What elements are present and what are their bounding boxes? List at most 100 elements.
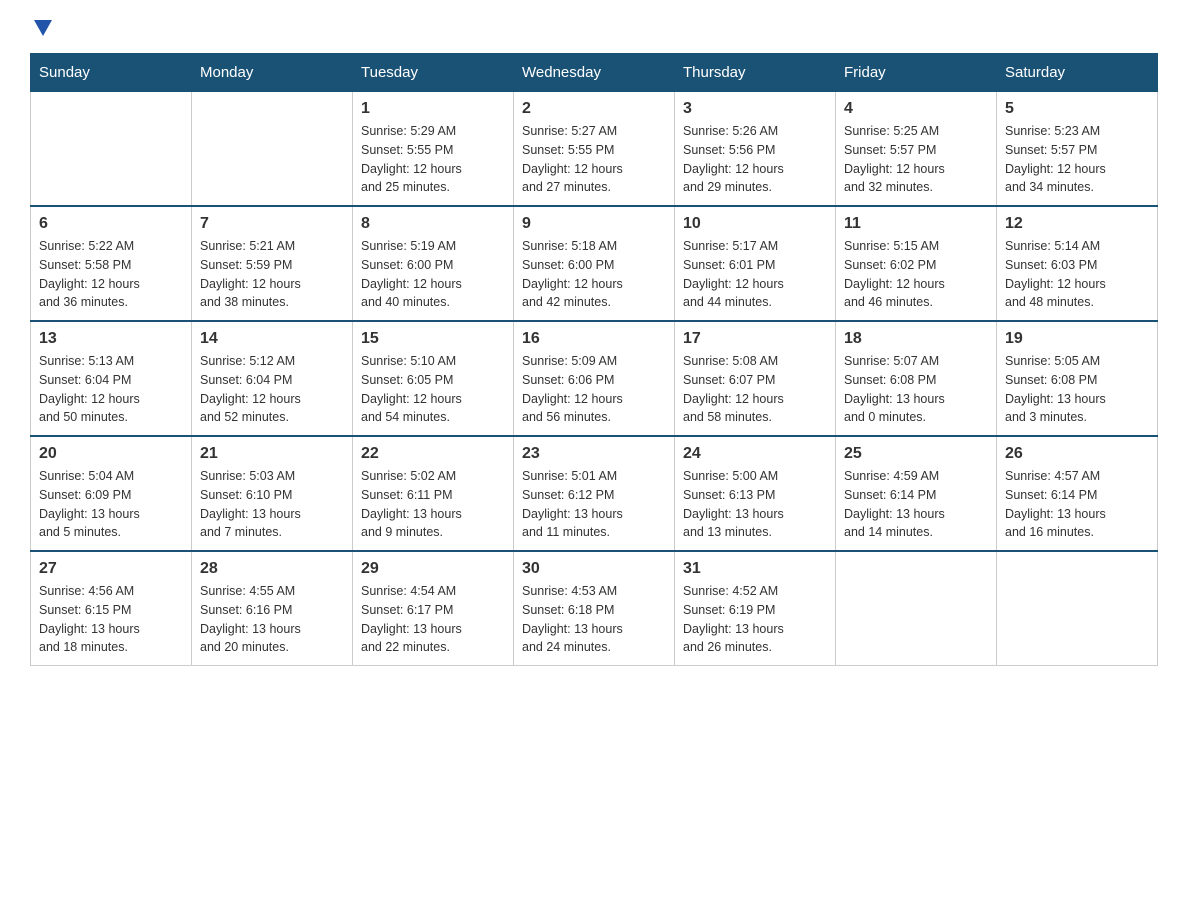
calendar-cell: 15Sunrise: 5:10 AM Sunset: 6:05 PM Dayli… [353, 321, 514, 436]
day-number: 14 [200, 330, 344, 348]
calendar-cell [192, 92, 353, 207]
day-info: Sunrise: 4:57 AM Sunset: 6:14 PM Dayligh… [1005, 467, 1149, 542]
calendar-cell: 20 Sunrise: 5:04 AM Sunset: 6:09 PM Dayli… [31, 436, 192, 551]
day-number: 31 [683, 560, 827, 578]
day-number: 10 [683, 215, 827, 233]
calendar-cell: 12 Sunrise: 5:14 AM Sunset: 6:03 PM Dayli… [997, 206, 1158, 321]
col-header-friday: Friday [836, 54, 997, 92]
col-header-tuesday: Tuesday [353, 54, 514, 92]
day-info: Sunrise: 5:19 AM Sunset: 6:00 PM Dayligh… [361, 237, 505, 312]
calendar-cell: 19 Sunrise: 5:05 AM Sunset: 6:08 PM Dayli… [997, 321, 1158, 436]
day-info: Sunrise: 5:27 AM Sunset: 5:55 PM Dayligh… [522, 122, 666, 197]
day-number: 5 [1005, 100, 1149, 118]
day-info: Sunrise: 5:15 AM Sunset: 6:02 PM Dayligh… [844, 237, 988, 312]
day-number: 22 [361, 445, 505, 463]
col-header-wednesday: Wednesday [514, 54, 675, 92]
day-number: 8 [361, 215, 505, 233]
day-info: Sunrise: 5:14 AM Sunset: 6:03 PM Dayligh… [1005, 237, 1149, 312]
day-info: Sunrise: 4:53 AM Sunset: 6:18 PM Dayligh… [522, 582, 666, 657]
calendar-cell: 17 Sunrise: 5:08 AM Sunset: 6:07 PM Dayli… [675, 321, 836, 436]
day-number: 7 [200, 215, 344, 233]
day-number: 20 [39, 445, 183, 463]
calendar-cell: 2 Sunrise: 5:27 AM Sunset: 5:55 PM Daylig… [514, 92, 675, 207]
day-number: 12 [1005, 215, 1149, 233]
day-info: Sunrise: 4:56 AM Sunset: 6:15 PM Dayligh… [39, 582, 183, 657]
calendar-cell: 7 Sunrise: 5:21 AM Sunset: 5:59 PM Daylig… [192, 206, 353, 321]
day-number: 18 [844, 330, 988, 348]
week-row-5: 27 Sunrise: 4:56 AM Sunset: 6:15 PM Dayli… [31, 551, 1158, 666]
day-info: Sunrise: 5:17 AM Sunset: 6:01 PM Dayligh… [683, 237, 827, 312]
calendar-cell: 9 Sunrise: 5:18 AM Sunset: 6:00 PM Daylig… [514, 206, 675, 321]
day-number: 9 [522, 215, 666, 233]
day-info: Sunrise: 5:23 AM Sunset: 5:57 PM Dayligh… [1005, 122, 1149, 197]
day-number: 13 [39, 330, 183, 348]
calendar-cell: 13Sunrise: 5:13 AM Sunset: 6:04 PM Dayli… [31, 321, 192, 436]
day-number: 21 [200, 445, 344, 463]
calendar-cell: 24Sunrise: 5:00 AM Sunset: 6:13 PM Dayli… [675, 436, 836, 551]
col-header-sunday: Sunday [31, 54, 192, 92]
day-info: Sunrise: 5:02 AM Sunset: 6:11 PM Dayligh… [361, 467, 505, 542]
day-number: 2 [522, 100, 666, 118]
calendar-cell: 30 Sunrise: 4:53 AM Sunset: 6:18 PM Dayli… [514, 551, 675, 666]
calendar-cell: 31Sunrise: 4:52 AM Sunset: 6:19 PM Dayli… [675, 551, 836, 666]
header [30, 20, 1158, 43]
day-info: Sunrise: 5:03 AM Sunset: 6:10 PM Dayligh… [200, 467, 344, 542]
logo-text [30, 20, 52, 43]
week-row-3: 13Sunrise: 5:13 AM Sunset: 6:04 PM Dayli… [31, 321, 1158, 436]
day-info: Sunrise: 5:21 AM Sunset: 5:59 PM Dayligh… [200, 237, 344, 312]
day-number: 30 [522, 560, 666, 578]
calendar-table: SundayMondayTuesdayWednesdayThursdayFrid… [30, 53, 1158, 666]
week-row-4: 20 Sunrise: 5:04 AM Sunset: 6:09 PM Dayli… [31, 436, 1158, 551]
day-number: 28 [200, 560, 344, 578]
day-info: Sunrise: 5:09 AM Sunset: 6:06 PM Dayligh… [522, 352, 666, 427]
day-number: 26 [1005, 445, 1149, 463]
calendar-cell: 29 Sunrise: 4:54 AM Sunset: 6:17 PM Dayli… [353, 551, 514, 666]
day-info: Sunrise: 5:12 AM Sunset: 6:04 PM Dayligh… [200, 352, 344, 427]
day-info: Sunrise: 5:05 AM Sunset: 6:08 PM Dayligh… [1005, 352, 1149, 427]
calendar-cell: 21 Sunrise: 5:03 AM Sunset: 6:10 PM Dayli… [192, 436, 353, 551]
day-number: 17 [683, 330, 827, 348]
logo-triangle-icon [34, 20, 52, 36]
day-info: Sunrise: 4:59 AM Sunset: 6:14 PM Dayligh… [844, 467, 988, 542]
week-row-1: 1Sunrise: 5:29 AM Sunset: 5:55 PM Daylig… [31, 92, 1158, 207]
col-header-thursday: Thursday [675, 54, 836, 92]
calendar-cell: 25Sunrise: 4:59 AM Sunset: 6:14 PM Dayli… [836, 436, 997, 551]
day-number: 23 [522, 445, 666, 463]
calendar-cell: 26 Sunrise: 4:57 AM Sunset: 6:14 PM Dayli… [997, 436, 1158, 551]
day-info: Sunrise: 5:04 AM Sunset: 6:09 PM Dayligh… [39, 467, 183, 542]
day-info: Sunrise: 4:54 AM Sunset: 6:17 PM Dayligh… [361, 582, 505, 657]
week-row-2: 6Sunrise: 5:22 AM Sunset: 5:58 PM Daylig… [31, 206, 1158, 321]
day-number: 16 [522, 330, 666, 348]
calendar-cell [836, 551, 997, 666]
col-header-saturday: Saturday [997, 54, 1158, 92]
day-info: Sunrise: 5:22 AM Sunset: 5:58 PM Dayligh… [39, 237, 183, 312]
col-header-monday: Monday [192, 54, 353, 92]
day-number: 19 [1005, 330, 1149, 348]
day-number: 4 [844, 100, 988, 118]
calendar-cell: 8 Sunrise: 5:19 AM Sunset: 6:00 PM Daylig… [353, 206, 514, 321]
day-info: Sunrise: 4:55 AM Sunset: 6:16 PM Dayligh… [200, 582, 344, 657]
calendar-cell: 16 Sunrise: 5:09 AM Sunset: 6:06 PM Dayli… [514, 321, 675, 436]
day-number: 11 [844, 215, 988, 233]
day-info: Sunrise: 5:26 AM Sunset: 5:56 PM Dayligh… [683, 122, 827, 197]
day-number: 29 [361, 560, 505, 578]
calendar-cell: 18Sunrise: 5:07 AM Sunset: 6:08 PM Dayli… [836, 321, 997, 436]
calendar-cell: 22 Sunrise: 5:02 AM Sunset: 6:11 PM Dayli… [353, 436, 514, 551]
calendar-cell: 27 Sunrise: 4:56 AM Sunset: 6:15 PM Dayli… [31, 551, 192, 666]
calendar-cell: 23 Sunrise: 5:01 AM Sunset: 6:12 PM Dayli… [514, 436, 675, 551]
calendar-cell: 28 Sunrise: 4:55 AM Sunset: 6:16 PM Dayli… [192, 551, 353, 666]
calendar-cell: 11 Sunrise: 5:15 AM Sunset: 6:02 PM Dayli… [836, 206, 997, 321]
calendar-cell [997, 551, 1158, 666]
day-info: Sunrise: 5:08 AM Sunset: 6:07 PM Dayligh… [683, 352, 827, 427]
day-info: Sunrise: 5:25 AM Sunset: 5:57 PM Dayligh… [844, 122, 988, 197]
day-number: 15 [361, 330, 505, 348]
calendar-cell: 3 Sunrise: 5:26 AM Sunset: 5:56 PM Daylig… [675, 92, 836, 207]
calendar-cell: 4 Sunrise: 5:25 AM Sunset: 5:57 PM Daylig… [836, 92, 997, 207]
day-number: 1 [361, 100, 505, 118]
day-info: Sunrise: 5:01 AM Sunset: 6:12 PM Dayligh… [522, 467, 666, 542]
day-number: 3 [683, 100, 827, 118]
calendar-cell: 10 Sunrise: 5:17 AM Sunset: 6:01 PM Dayli… [675, 206, 836, 321]
day-info: Sunrise: 5:18 AM Sunset: 6:00 PM Dayligh… [522, 237, 666, 312]
day-number: 27 [39, 560, 183, 578]
calendar-cell: 1Sunrise: 5:29 AM Sunset: 5:55 PM Daylig… [353, 92, 514, 207]
